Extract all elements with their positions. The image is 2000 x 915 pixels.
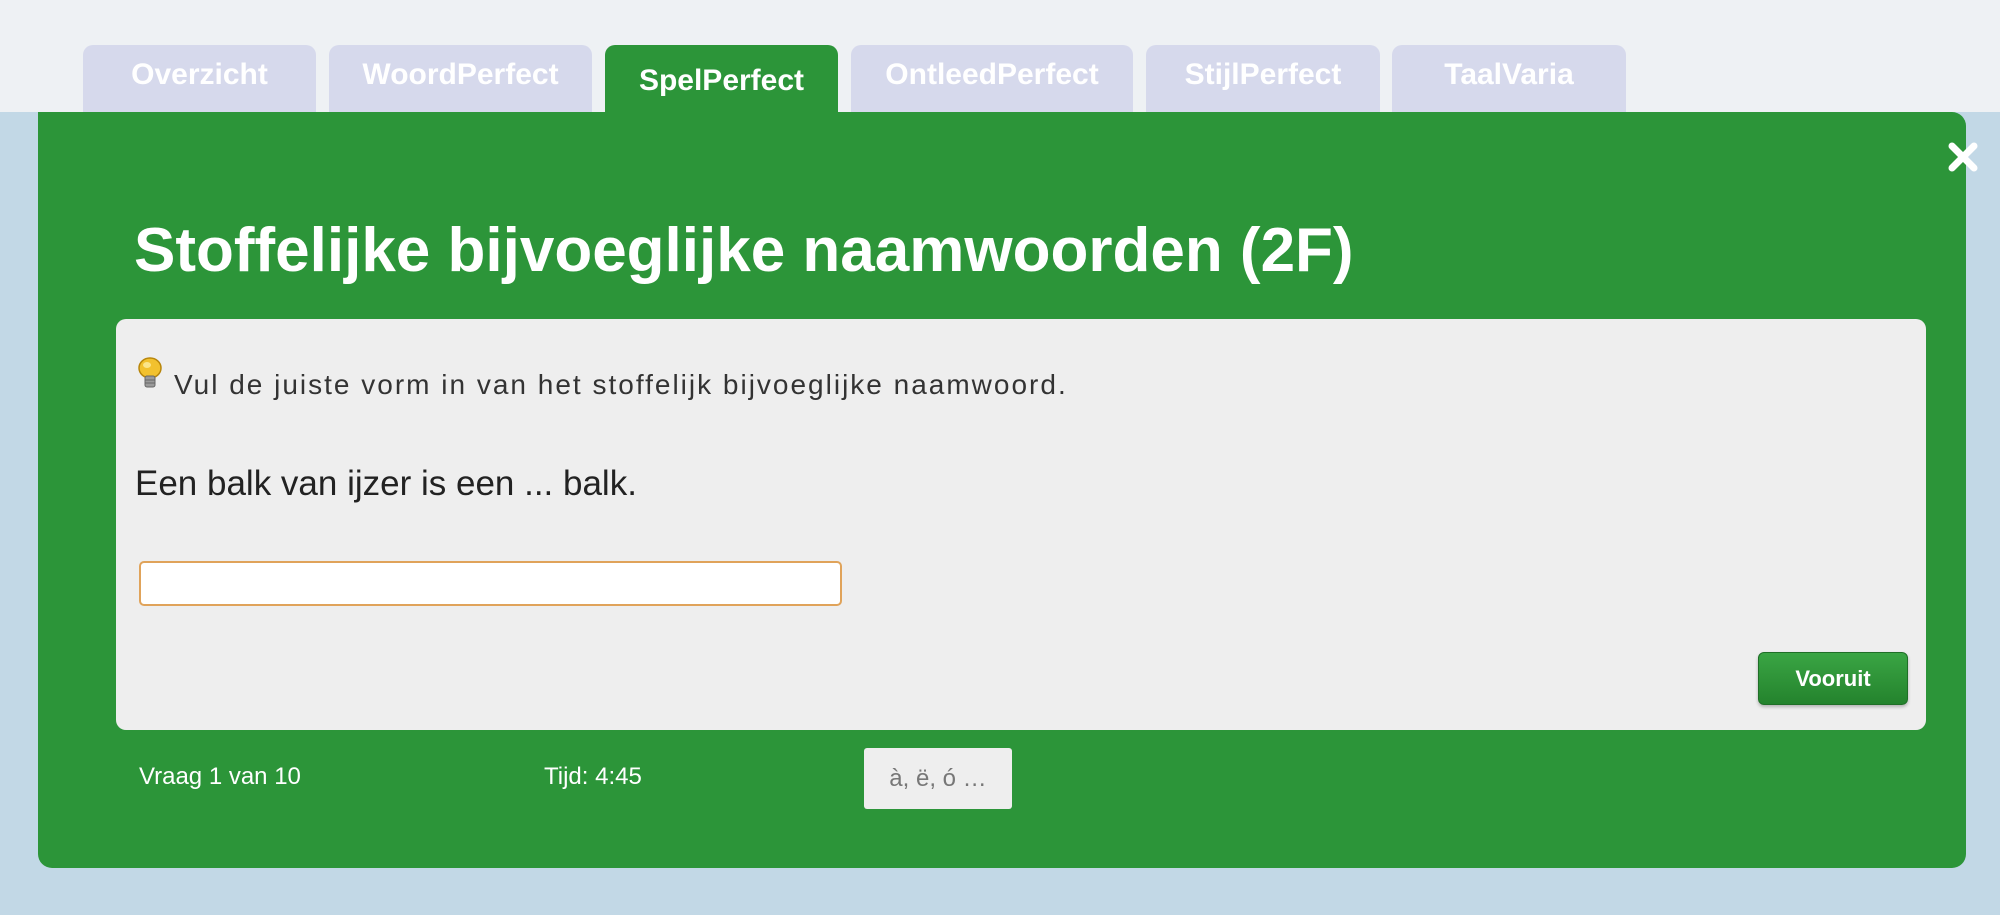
close-icon: [1948, 142, 1978, 172]
instruction-text: Vul de juiste vorm in van het stoffelijk…: [174, 369, 1068, 400]
timer: Tijd: 4:45: [544, 763, 642, 790]
tab-ontleedperfect[interactable]: OntleedPerfect: [851, 45, 1133, 112]
question-text: Een balk van ijzer is een ... balk.: [135, 464, 637, 503]
exercise-panel: Stoffelijke bijvoeglijke naamwoorden (2F…: [38, 112, 1978, 868]
tab-taalvaria[interactable]: TaalVaria: [1392, 45, 1626, 112]
exercise-card: Vul de juiste vorm in van het stoffelijk…: [116, 319, 1926, 730]
tab-bar: Overzicht WoordPerfect SpelPerfect Ontle…: [0, 0, 2000, 125]
question-progress: Vraag 1 van 10: [139, 763, 301, 790]
tab-woordperfect[interactable]: WoordPerfect: [329, 45, 592, 112]
tab-overzicht[interactable]: Overzicht: [83, 45, 316, 112]
next-button[interactable]: Vooruit: [1758, 652, 1908, 705]
answer-input[interactable]: [139, 561, 842, 606]
close-button[interactable]: [1938, 132, 1988, 182]
lightbulb-icon: [138, 357, 162, 388]
tab-stijlperfect[interactable]: StijlPerfect: [1146, 45, 1380, 112]
page-title: Stoffelijke bijvoeglijke naamwoorden (2F…: [134, 216, 1354, 285]
special-characters-button[interactable]: à, ë, ó …: [864, 748, 1012, 809]
